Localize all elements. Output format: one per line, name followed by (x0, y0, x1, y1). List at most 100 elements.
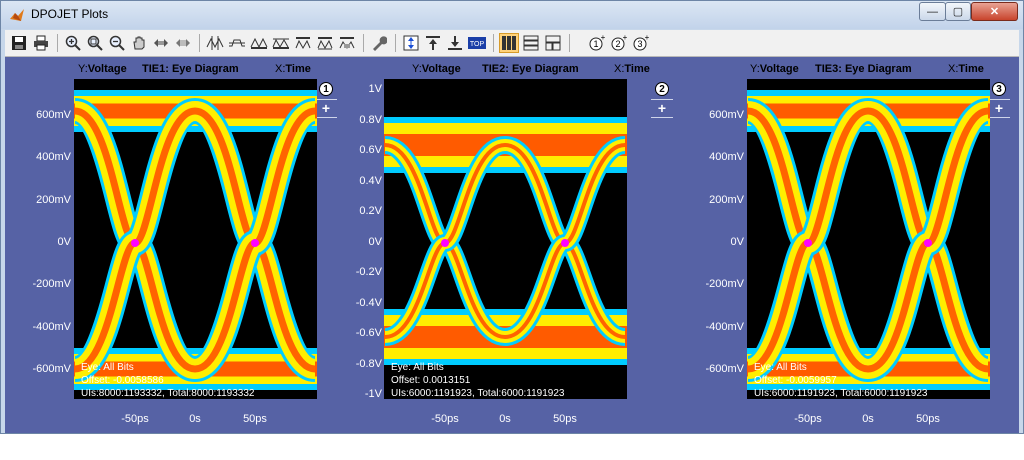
cursor-horiz-a-icon[interactable] (249, 33, 269, 53)
cursor-waveform-icon[interactable] (227, 33, 247, 53)
x-tick-label: 0s (189, 413, 201, 425)
plot-area: Y:Voltage TIE1: Eye Diagram X:Time 1 +600mV 4… (5, 57, 1019, 433)
x-axis-name: Time (958, 63, 984, 75)
info-line: UIs:6000:1191923, Total:6000:1191923 (391, 388, 565, 399)
title-bar[interactable]: DPOJET Plots — ▢ ✕ (1, 1, 1023, 29)
measurement-info: Eye: All Bits Offset: 0.0013151 UIs:6000:1… (391, 361, 564, 400)
y-tick-label: 400mV (36, 151, 71, 164)
x-tick-label: 0s (499, 413, 511, 425)
x-axis-header: X:Time (275, 63, 311, 75)
y-tick-label: -200mV (705, 278, 744, 291)
maximize-button[interactable]: ▢ (945, 2, 971, 21)
minimize-button[interactable]: — (919, 2, 946, 21)
add-plot-button[interactable]: + (992, 101, 1006, 115)
toolbar: TOP 1 + 2 + 3 + (5, 30, 1019, 57)
plot-title: TIE3: Eye Diagram (815, 63, 912, 75)
svg-text:+: + (645, 34, 650, 42)
y-tick-label: 200mV (709, 193, 744, 206)
measurement-info: Eye: All Bits Offset: -0.0059957 UIs:6000:… (754, 361, 927, 400)
cursor-track-a-icon[interactable] (293, 33, 313, 53)
x-axis-prefix: X: (948, 63, 959, 75)
plot-number-button[interactable]: 3 (992, 82, 1006, 96)
eye-diagram-svg (384, 117, 627, 365)
eye-crossing-marker (441, 239, 449, 247)
autoscale-icon[interactable] (401, 33, 421, 53)
y-tick-label: -600mV (705, 363, 744, 375)
cursor-track-c-icon[interactable] (337, 33, 357, 53)
pan-hand-icon[interactable] (129, 33, 149, 53)
plot-number-button[interactable]: 2 (655, 82, 669, 96)
align-bottom-icon[interactable] (445, 33, 465, 53)
pan-h-icon[interactable] (151, 33, 171, 53)
eye-crossing-marker (561, 239, 569, 247)
x-tick-label: -50ps (431, 413, 459, 425)
info-line: Offset: -0.0058586 (81, 375, 164, 386)
y-tick-label: 0.2V (359, 205, 382, 217)
x-tick-label: 50ps (916, 413, 940, 425)
plot1-add-icon[interactable]: 1 + (587, 33, 607, 53)
maximize-icon: ▢ (952, 6, 964, 18)
eye-plot-panel-1: Y:Voltage TIE1: Eye Diagram X:Time 1 +600mV 4… (5, 57, 337, 433)
close-icon: ✕ (989, 6, 1000, 18)
y-tick-label: -0.6V (355, 327, 382, 339)
eye-diagram-plot[interactable] (74, 79, 317, 399)
y-tick-label: -400mV (32, 320, 71, 333)
x-tick-label: 50ps (243, 413, 267, 425)
info-line: UIs:8000:1193332, Total:8000:1193332 (81, 388, 255, 399)
layout-rows-icon[interactable] (521, 33, 541, 53)
info-line: Offset: -0.0059957 (754, 375, 837, 386)
svg-text:+: + (623, 34, 628, 42)
y-tick-label: -0.8V (355, 357, 382, 370)
window-title: DPOJET Plots (31, 7, 109, 21)
align-top-icon[interactable] (423, 33, 443, 53)
y-tick-label: 200mV (36, 193, 71, 206)
y-axis-prefix: Y: (78, 63, 88, 75)
zoom-in-icon[interactable] (63, 33, 83, 53)
eye-diagram-plot[interactable] (384, 79, 627, 399)
zoom-out-icon[interactable] (107, 33, 127, 53)
x-axis-name: Time (624, 63, 650, 75)
cursor-horiz-b-icon[interactable] (271, 33, 291, 53)
save-icon[interactable] (9, 33, 29, 53)
y-axis-header: Y:Voltage (78, 63, 127, 75)
eye-diagram-plot[interactable] (747, 79, 990, 399)
y-axis-name: Voltage (759, 63, 799, 75)
y-tick-label: 1V (368, 83, 382, 95)
print-icon[interactable] (31, 33, 51, 53)
layout-columns-icon[interactable] (499, 33, 519, 53)
svg-text:1: 1 (593, 39, 598, 49)
zoom-in-box-icon[interactable] (85, 33, 105, 53)
y-tick-label: 0.6V (359, 144, 382, 156)
cursor-track-b-icon[interactable] (315, 33, 335, 53)
x-axis-header: X:Time (614, 63, 650, 75)
info-line: UIs:6000:1191923, Total:6000:1191923 (754, 388, 928, 399)
settings-wrench-icon[interactable] (369, 33, 389, 53)
x-axis-prefix: X: (275, 63, 286, 75)
info-line: Offset: 0.0013151 (391, 375, 471, 386)
cursor-vert-icon[interactable] (205, 33, 225, 53)
plot2-add-icon[interactable]: 2 + (609, 33, 629, 53)
x-tick-label: -50ps (121, 413, 149, 425)
svg-text:TOP: TOP (470, 41, 485, 48)
y-tick-label: 0.4V (359, 174, 382, 187)
y-axis-name: Voltage (87, 63, 127, 75)
svg-text:2: 2 (615, 39, 620, 49)
x-tick-label: 0s (862, 413, 874, 425)
y-axis-name: Voltage (421, 63, 461, 75)
plot3-add-icon[interactable]: 3 + (631, 33, 651, 53)
x-axis-name: Time (285, 63, 311, 75)
y-axis-header: Y:Voltage (750, 63, 799, 75)
plot-title: TIE2: Eye Diagram (482, 63, 579, 75)
y-tick-label: -600mV (32, 363, 71, 375)
layout-grid-icon[interactable] (543, 33, 563, 53)
x-tick-label: -50ps (794, 413, 822, 425)
y-tick-label: -200mV (32, 278, 71, 291)
matlab-app-icon (10, 9, 24, 21)
pan-v-icon[interactable] (173, 33, 193, 53)
y-tick-label: 600mV (36, 109, 71, 121)
top-label-icon[interactable]: TOP (467, 33, 487, 53)
close-button[interactable]: ✕ (971, 2, 1018, 21)
add-plot-button[interactable]: + (655, 101, 669, 115)
y-tick-label: -0.2V (355, 266, 382, 278)
minimize-icon: — (927, 5, 938, 18)
